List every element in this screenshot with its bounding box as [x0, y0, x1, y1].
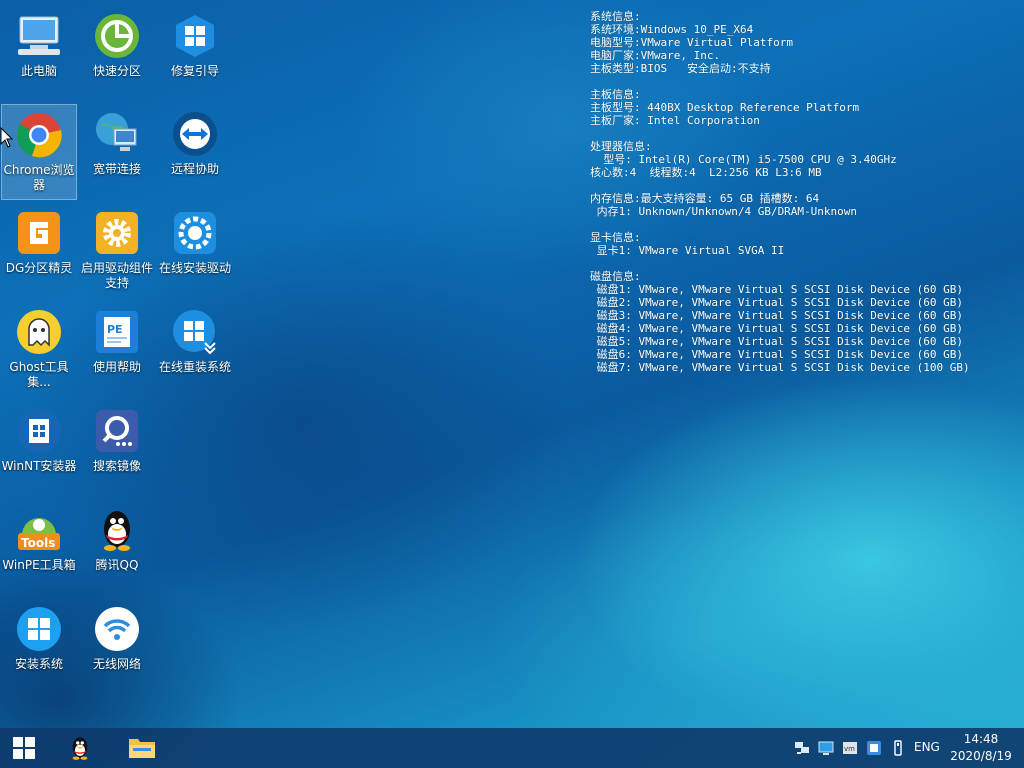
desktop-icon-wireless[interactable]: 无线网络: [79, 599, 155, 695]
partition-icon: [93, 12, 141, 60]
desktop-icon-search-image[interactable]: 搜索镜像: [79, 401, 155, 497]
desktop-icon-repair-boot[interactable]: 修复引导: [157, 6, 233, 102]
windows-repair-icon: [171, 12, 219, 60]
mouse-cursor-icon: [0, 126, 14, 153]
desktop-icon-label: 远程协助: [170, 162, 219, 176]
qq-icon: [72, 737, 88, 760]
taskbar-qq-button[interactable]: [58, 728, 102, 768]
gear-icon: [93, 209, 141, 257]
desktop-icon-label: 启用驱动组件支持: [80, 261, 153, 290]
desktop-icon-label: 在线安装驱动: [158, 261, 231, 275]
desktop-icon-driver-support[interactable]: 启用驱动组件支持: [79, 203, 155, 299]
desktop-icon-diskgenius[interactable]: DG分区精灵: [1, 203, 77, 299]
windows-logo-icon: [13, 737, 35, 759]
desktop-icon-label: 腾讯QQ: [95, 558, 139, 572]
desktop-icon-label: DG分区精灵: [5, 261, 73, 275]
desktop-icon-label: 搜索镜像: [92, 459, 141, 473]
display-tray-icon[interactable]: [818, 740, 834, 756]
computer-icon: [15, 12, 63, 60]
desktop-icon-label: 修复引导: [170, 64, 219, 78]
clock-date: 2020/8/19: [950, 749, 1012, 763]
ghost-icon: [15, 308, 63, 356]
wifi-icon: [93, 605, 141, 653]
desktop-icon-label: WinPE工具箱: [2, 558, 76, 572]
svg-text:Tools: Tools: [21, 536, 55, 550]
svg-text:vm: vm: [844, 745, 855, 753]
app-tray-icon[interactable]: [866, 740, 882, 756]
network-icon: [93, 110, 141, 158]
desktop-icon-qq[interactable]: 腾讯QQ: [79, 500, 155, 596]
desktop-icon-remote-assist[interactable]: 远程协助: [157, 104, 233, 200]
diskgenius-icon: [15, 209, 63, 257]
desktop-icon-label: Chrome浏览器: [3, 163, 75, 192]
help-document-icon: PE: [93, 308, 141, 356]
clock[interactable]: 14:48 2020/8/19: [946, 731, 1016, 765]
desktop-icon-online-reinstall[interactable]: 在线重装系统: [157, 302, 233, 398]
desktop-icon-winpe-toolbox[interactable]: Tools WinPE工具箱: [1, 500, 77, 596]
desktop-icon-label: 此电脑: [20, 64, 57, 78]
desktop-icon-label: 宽带连接: [92, 162, 141, 176]
desktop-icon-label: 在线重装系统: [158, 360, 231, 374]
desktop-icon-label: Ghost工具集...: [9, 360, 69, 389]
desktop-icon-help[interactable]: PE 使用帮助: [79, 302, 155, 398]
taskbar-file-explorer-button[interactable]: [120, 728, 164, 768]
desktop-icon-label: 快速分区: [92, 64, 141, 78]
network-tray-icon[interactable]: [794, 740, 810, 756]
desktop-icon-online-driver[interactable]: 在线安装驱动: [157, 203, 233, 299]
desktop-icon-label: 无线网络: [92, 657, 141, 671]
driver-install-icon: [171, 209, 219, 257]
desktop-icon-quick-partition[interactable]: 快速分区: [79, 6, 155, 102]
desktop-icon-label: 使用帮助: [92, 360, 141, 374]
qq-icon: [93, 506, 141, 554]
start-button[interactable]: [0, 728, 48, 768]
taskbar: vm ENG 14:48 2020/8/19: [0, 728, 1024, 768]
windows-download-icon: [171, 308, 219, 356]
desktop-icon-install-system[interactable]: 安装系统: [1, 599, 77, 695]
desktop-icon-label: WinNT安装器: [1, 459, 77, 473]
tools-icon: Tools: [15, 506, 63, 554]
search-image-icon: [93, 407, 141, 455]
desktop-icon-winnt-setup[interactable]: WinNT安装器: [1, 401, 77, 497]
folder-icon: [129, 739, 155, 758]
desktop-icon-broadband[interactable]: 宽带连接: [79, 104, 155, 200]
chrome-icon: [15, 111, 63, 159]
winnt-icon: [15, 407, 63, 455]
removable-drive-tray-icon[interactable]: [890, 740, 906, 756]
clock-time: 14:48: [963, 732, 999, 746]
desktop-icon-ghost-tools[interactable]: Ghost工具集...: [1, 302, 77, 398]
vmware-tray-icon[interactable]: vm: [842, 740, 858, 756]
windows-install-icon: [15, 605, 63, 653]
language-indicator[interactable]: ENG: [914, 740, 940, 754]
svg-text:PE: PE: [107, 323, 123, 336]
teamviewer-icon: [171, 110, 219, 158]
desktop-icon-label: 安装系统: [14, 657, 63, 671]
system-info-text: 系统信息: 系统环境:Windows 10_PE_X64 电脑型号:VMware…: [590, 10, 970, 374]
desktop-icon-this-pc[interactable]: 此电脑: [1, 6, 77, 102]
